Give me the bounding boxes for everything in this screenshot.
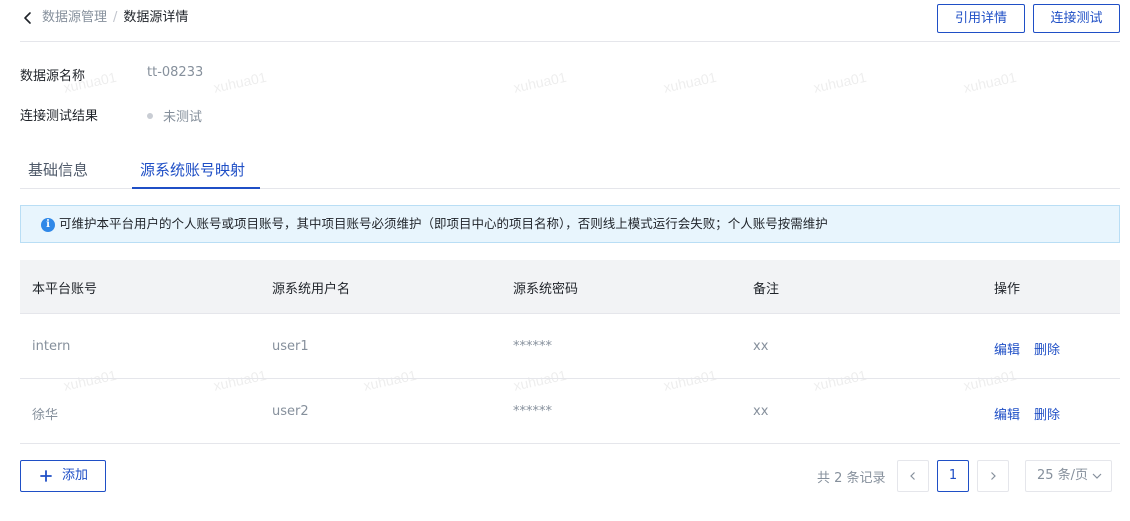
delete-link[interactable]: 删除 — [1034, 343, 1060, 358]
active-tab-indicator — [132, 187, 260, 189]
plus-icon — [40, 470, 52, 482]
cell-source-username: user2 — [272, 404, 309, 419]
breadcrumb: 数据源管理 / 数据源详情 — [42, 10, 188, 26]
test-result-status: 未测试 — [147, 106, 202, 125]
cell-source-password: ****** — [513, 404, 552, 419]
pagination-prev-button[interactable] — [897, 460, 929, 492]
column-header-remark: 备注 — [753, 282, 780, 297]
chevron-left-icon — [910, 472, 915, 480]
tab-account-mapping[interactable]: 源系统账号映射 — [140, 159, 245, 180]
table-header: 本平台账号 源系统用户名 源系统密码 备注 操作 — [20, 260, 1120, 314]
cell-source-username: user1 — [272, 339, 309, 354]
cell-platform-account: intern — [32, 339, 71, 354]
datasource-detail-page: xuhua01 xuhua01 xuhua01 xuhua01 xuhua01 … — [0, 0, 1130, 521]
cell-source-password: ****** — [513, 339, 552, 354]
delete-link[interactable]: 删除 — [1034, 408, 1060, 423]
edit-link[interactable]: 编辑 — [994, 343, 1020, 358]
pagination-next-button[interactable] — [977, 460, 1009, 492]
account-mapping-table: 本平台账号 源系统用户名 源系统密码 备注 操作 intern user1 **… — [20, 260, 1120, 444]
test-result-value: 未测试 — [163, 110, 203, 125]
page-header: 数据源管理 / 数据源详情 引用详情 连接测试 — [20, 0, 1120, 42]
breadcrumb-parent-link[interactable]: 数据源管理 — [42, 10, 107, 25]
column-header-source-password: 源系统密码 — [513, 282, 579, 297]
info-icon: i — [41, 218, 55, 232]
chevron-left-icon[interactable] — [20, 10, 36, 26]
watermark: xuhua01 — [512, 68, 568, 96]
tab-basic-info[interactable]: 基础信息 — [28, 159, 88, 180]
datasource-name-label: 数据源名称 — [20, 69, 86, 84]
page-size-value: 25 条/页 — [1037, 468, 1089, 483]
chevron-down-icon — [1092, 473, 1102, 479]
cell-actions: 编辑 删除 — [994, 339, 1060, 358]
reference-detail-button[interactable]: 引用详情 — [937, 4, 1025, 33]
datasource-name-value: tt-08233 — [147, 65, 204, 80]
pagination-total: 共 2 条记录 — [817, 471, 886, 486]
column-header-actions: 操作 — [994, 282, 1021, 297]
breadcrumb-current: 数据源详情 — [123, 10, 189, 25]
cell-platform-account: 徐华 — [32, 408, 59, 423]
pagination-page-button[interactable]: 1 — [937, 460, 969, 492]
table-row: intern user1 ****** xx 编辑 删除 — [20, 314, 1120, 379]
connection-test-button[interactable]: 连接测试 — [1033, 4, 1120, 33]
cell-actions: 编辑 删除 — [994, 404, 1060, 423]
watermark: xuhua01 — [812, 68, 868, 96]
status-dot-icon — [147, 112, 153, 119]
cell-remark: xx — [753, 339, 769, 354]
column-header-platform-account: 本平台账号 — [32, 282, 98, 297]
add-button-label: 添加 — [62, 468, 89, 483]
page-size-select[interactable]: 25 条/页 — [1025, 460, 1112, 492]
add-button[interactable]: 添加 — [20, 460, 106, 492]
info-alert: i 可维护本平台用户的个人账号或项目账号，其中项目账号必须维护（即项目中心的项目… — [20, 205, 1120, 243]
watermark: xuhua01 — [962, 68, 1018, 96]
chevron-right-icon — [991, 472, 996, 480]
alert-text: 可维护本平台用户的个人账号或项目账号，其中项目账号必须维护（即项目中心的项目名称… — [59, 216, 828, 231]
watermark: xuhua01 — [212, 68, 268, 96]
tab-bar: 基础信息 源系统账号映射 — [20, 152, 1120, 189]
column-header-source-username: 源系统用户名 — [272, 282, 351, 297]
table-row: 徐华 user2 ****** xx 编辑 删除 — [20, 379, 1120, 444]
cell-remark: xx — [753, 404, 769, 419]
breadcrumb-separator: / — [113, 10, 118, 25]
test-result-label: 连接测试结果 — [20, 109, 99, 124]
watermark: xuhua01 — [662, 68, 718, 96]
edit-link[interactable]: 编辑 — [994, 408, 1020, 423]
